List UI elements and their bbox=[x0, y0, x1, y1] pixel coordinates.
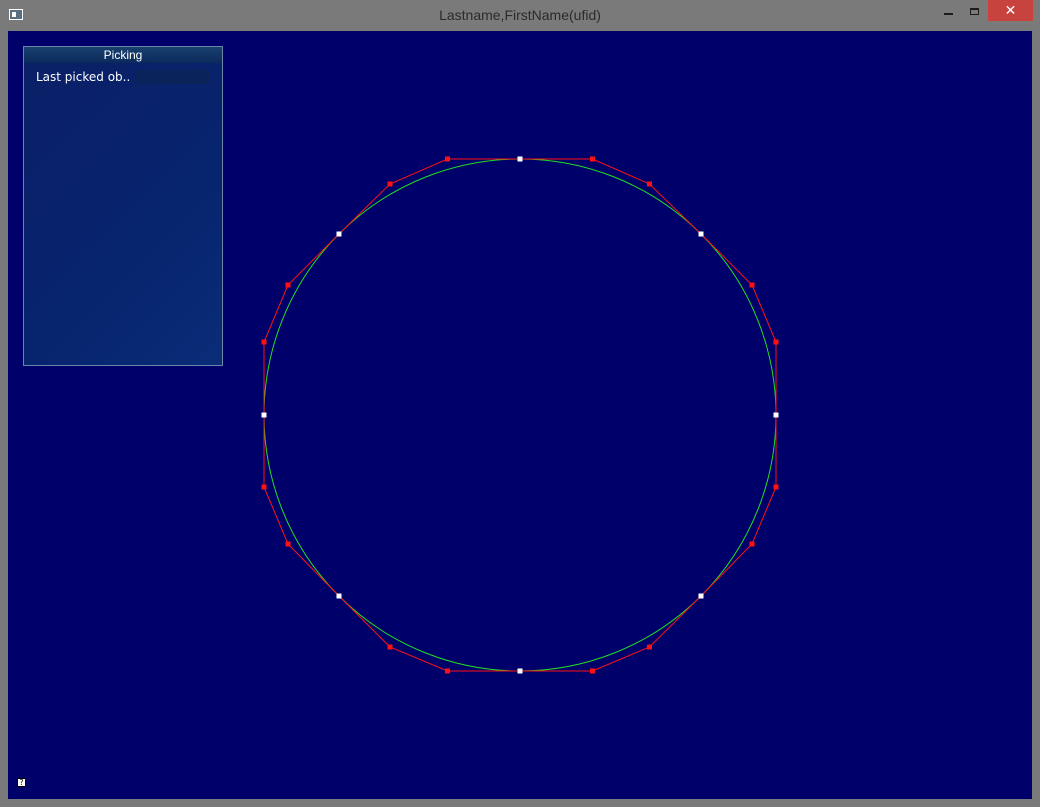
control-point[interactable] bbox=[387, 644, 393, 650]
control-point[interactable] bbox=[387, 181, 393, 187]
help-icon[interactable]: ? bbox=[17, 778, 26, 787]
on-curve-point[interactable] bbox=[336, 593, 342, 599]
control-point[interactable] bbox=[285, 282, 291, 288]
on-curve-point[interactable] bbox=[773, 412, 779, 418]
on-curve-points[interactable] bbox=[261, 156, 779, 674]
close-button[interactable]: ✕ bbox=[988, 0, 1033, 21]
control-point[interactable] bbox=[749, 282, 755, 288]
on-curve-point[interactable] bbox=[261, 412, 267, 418]
control-point[interactable] bbox=[773, 339, 779, 345]
picking-panel[interactable]: Picking Last picked ob.. bbox=[23, 46, 223, 366]
control-point[interactable] bbox=[285, 541, 291, 547]
on-curve-point[interactable] bbox=[517, 668, 523, 674]
close-icon: ✕ bbox=[1004, 2, 1017, 18]
control-point[interactable] bbox=[261, 339, 267, 345]
maximize-icon bbox=[969, 7, 979, 15]
window-title: Lastname,FirstName(ufid) bbox=[439, 7, 601, 23]
control-point[interactable] bbox=[261, 484, 267, 490]
control-point[interactable] bbox=[647, 644, 652, 650]
last-picked-label: Last picked ob.. bbox=[36, 70, 131, 84]
on-curve-point[interactable] bbox=[698, 231, 704, 237]
control-point[interactable] bbox=[590, 156, 595, 162]
on-curve-point[interactable] bbox=[336, 231, 342, 237]
control-point[interactable] bbox=[647, 181, 652, 187]
control-point[interactable] bbox=[590, 668, 595, 674]
canvas-viewport[interactable]: Picking Last picked ob.. ? bbox=[8, 31, 1032, 799]
control-point[interactable] bbox=[773, 484, 779, 490]
title-bar[interactable]: Lastname,FirstName(ufid) ✕ bbox=[0, 0, 1040, 30]
on-curve-point[interactable] bbox=[698, 593, 704, 599]
minimize-icon bbox=[943, 13, 953, 15]
maximize-button[interactable] bbox=[960, 0, 988, 22]
on-curve-point[interactable] bbox=[517, 156, 523, 162]
control-point[interactable] bbox=[445, 156, 450, 162]
minimize-button[interactable] bbox=[934, 0, 962, 22]
picking-panel-title[interactable]: Picking bbox=[24, 47, 222, 63]
last-picked-value-field bbox=[136, 70, 209, 84]
control-point[interactable] bbox=[445, 668, 450, 674]
control-point[interactable] bbox=[749, 541, 755, 547]
